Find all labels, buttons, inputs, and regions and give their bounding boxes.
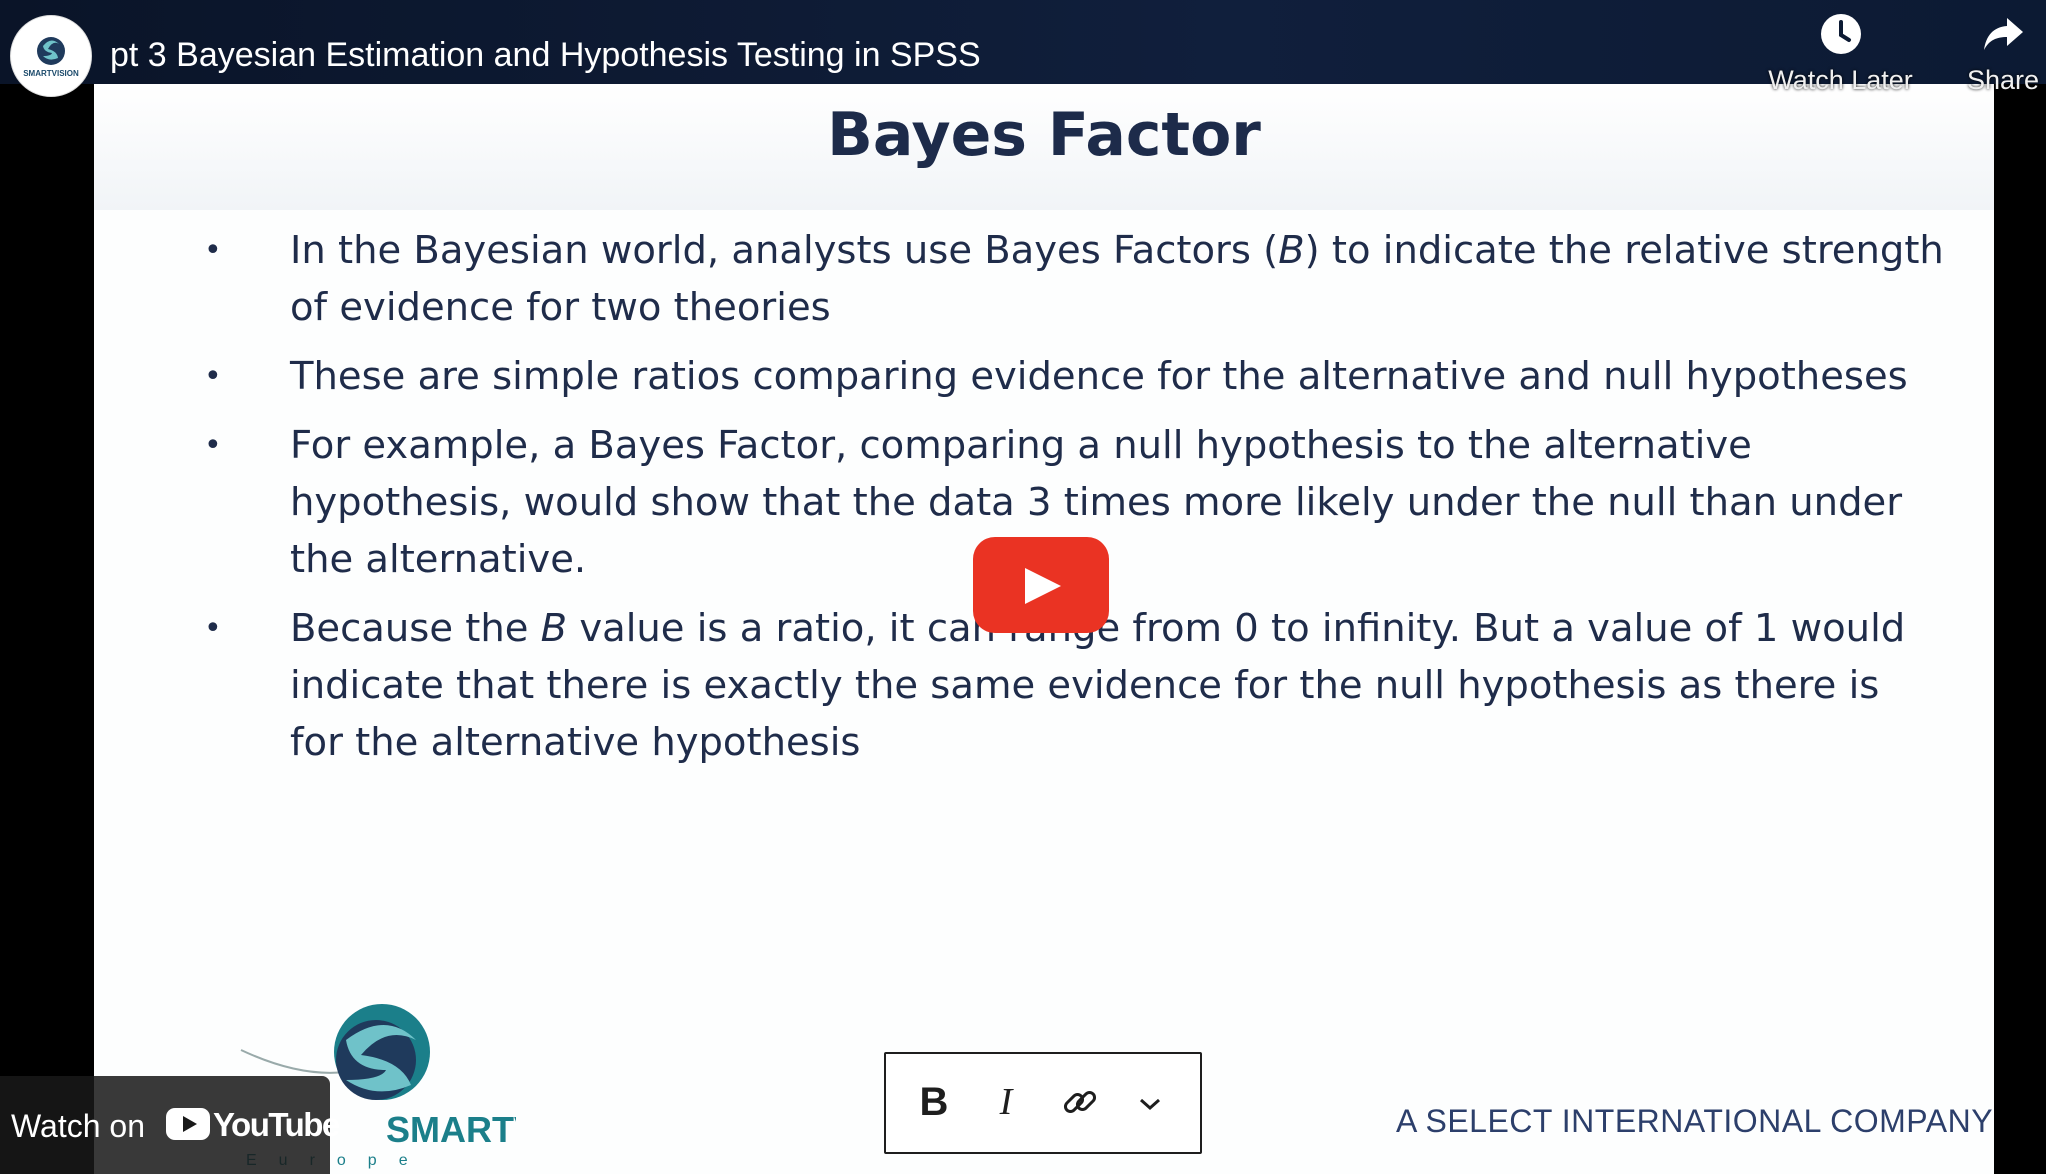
watch-later-label: Watch Later	[1768, 65, 1913, 95]
youtube-wordmark: YouTube	[213, 1106, 340, 1143]
play-icon	[1025, 568, 1061, 604]
bullet-item: • In the Bayesian world, analysts use Ba…	[204, 222, 1944, 336]
link-icon	[1063, 1090, 1097, 1114]
watch-on-youtube-button[interactable]: Watch on YouTube	[0, 1076, 340, 1174]
share-label: Share	[1966, 65, 2040, 95]
italic-button[interactable]: I	[980, 1076, 1032, 1128]
bullet-text: In the Bayesian world, analysts use Baye…	[290, 228, 1279, 273]
clock-icon	[1820, 14, 1861, 54]
logo-text: SMARTVISION	[386, 1109, 516, 1150]
bullet-list: • In the Bayesian world, analysts use Ba…	[204, 222, 1944, 783]
company-tagline: A SELECT INTERNATIONAL COMPANY	[1396, 1103, 1994, 1139]
play-button[interactable]	[973, 537, 1109, 633]
bullet-dot: •	[204, 233, 222, 268]
svg-text:SMARTVISION: SMARTVISION	[23, 69, 79, 78]
share-icon	[1984, 18, 2023, 50]
channel-avatar[interactable]: SMARTVISION	[10, 15, 92, 97]
share-button[interactable]: Share	[1960, 12, 2046, 96]
bullet-item: • These are simple ratios comparing evid…	[204, 348, 1944, 405]
youtube-logo-icon	[166, 1108, 210, 1140]
bullet-dot: •	[204, 611, 222, 646]
italic-icon: I	[999, 1081, 1013, 1123]
bullet-text: These are simple ratios comparing eviden…	[290, 354, 1908, 399]
watch-on-label: Watch on	[11, 1108, 145, 1144]
bullet-text-italic: B	[540, 606, 568, 651]
link-button[interactable]	[1054, 1076, 1106, 1128]
format-toolbar: B I	[884, 1052, 1202, 1154]
bold-icon: B	[919, 1080, 949, 1124]
more-options-button[interactable]	[1124, 1076, 1176, 1128]
bullet-text: Because the	[290, 606, 541, 651]
bullet-text-italic: B	[1278, 228, 1305, 273]
player-topbar: SMARTVISION pt 3 Bayesian Estimation and…	[0, 0, 2046, 97]
bold-button[interactable]: B	[908, 1076, 960, 1128]
video-title[interactable]: pt 3 Bayesian Estimation and Hypothesis …	[110, 36, 981, 75]
bullet-dot: •	[204, 428, 222, 463]
slide-title: Bayes Factor	[827, 100, 1261, 170]
bullet-dot: •	[204, 359, 222, 394]
chevron-down-icon	[1140, 1098, 1160, 1111]
watch-later-button[interactable]: Watch Later	[1763, 12, 1918, 96]
